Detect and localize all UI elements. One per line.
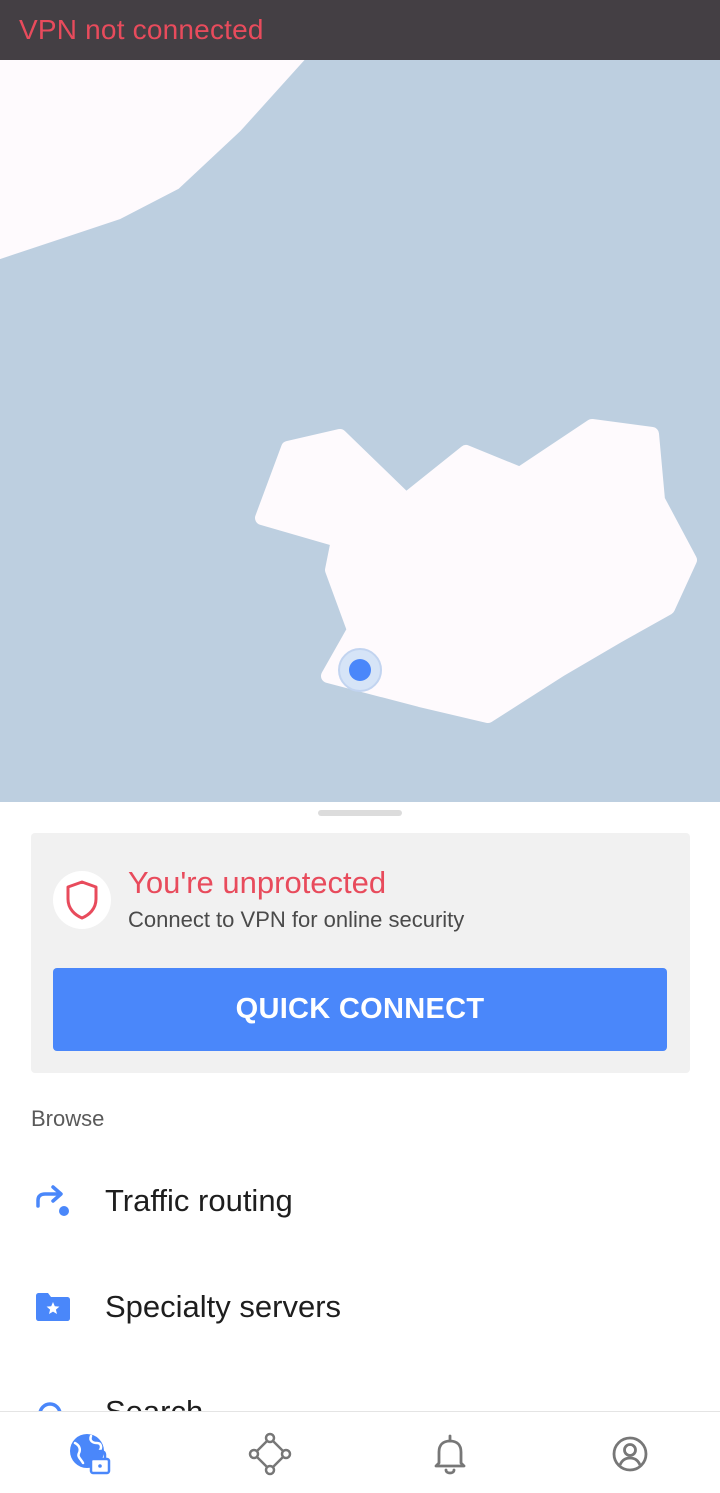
location-dot-icon [338,648,382,692]
app-screen: VPN not connected You're unprotected Con… [0,0,720,1493]
search-icon [34,1398,72,1412]
bottom-navigation [0,1411,720,1493]
profile-icon [612,1436,648,1472]
browse-item-label: Search [105,1394,204,1412]
protection-subtitle: Connect to VPN for online security [128,907,465,932]
traffic-routing-icon [34,1182,72,1220]
browse-item-specialty-servers[interactable]: Specialty servers [0,1262,720,1352]
browse-section-label: Browse [31,1106,105,1131]
sheet-drag-handle[interactable] [318,810,402,816]
browse-item-label: Traffic routing [105,1183,293,1218]
bottom-sheet: You're unprotected Connect to VPN for on… [0,802,720,1412]
notifications-bell-icon [434,1434,466,1475]
browse-item-label: Specialty servers [105,1289,342,1324]
specialty-servers-folder-icon [34,1288,72,1326]
nav-meshnet-tab[interactable] [246,1430,294,1478]
shield-icon [53,871,111,929]
map-view[interactable] [0,0,720,802]
protection-title: You're unprotected [128,865,387,900]
connection-status-bar: VPN not connected [0,0,720,60]
browse-item-search[interactable]: Search [0,1370,720,1412]
connection-status-text: VPN not connected [19,14,264,45]
nav-vpn-tab[interactable] [66,1430,114,1478]
browse-item-traffic-routing[interactable]: Traffic routing [0,1156,720,1246]
quick-connect-button[interactable]: QUICK CONNECT [53,968,667,1051]
nav-notifications-tab[interactable] [426,1430,474,1478]
protection-status-card: You're unprotected Connect to VPN for on… [31,833,690,1073]
nav-profile-tab[interactable] [606,1430,654,1478]
vpn-globe-lock-icon [70,1434,111,1475]
meshnet-icon [248,1432,292,1476]
